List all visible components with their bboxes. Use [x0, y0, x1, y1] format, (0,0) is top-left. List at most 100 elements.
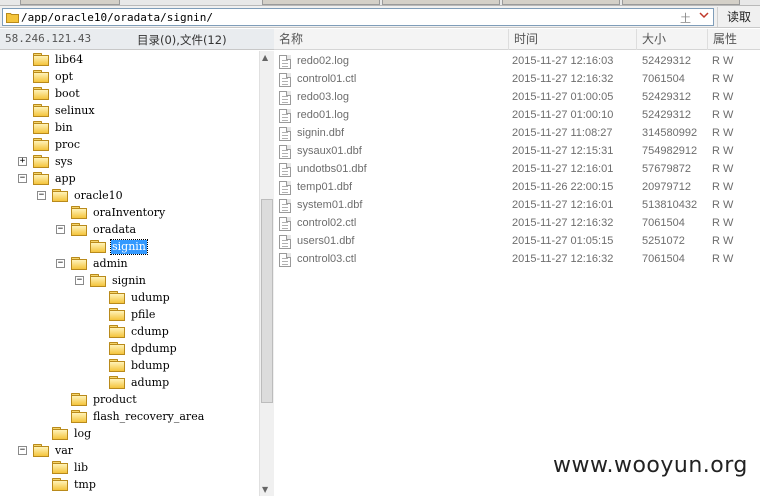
tree-item[interactable]: tmp	[52, 476, 97, 493]
tree-item[interactable]: proc	[33, 136, 81, 153]
tree-item[interactable]: sys	[33, 153, 74, 170]
scroll-down-icon[interactable]: ▼	[262, 485, 268, 494]
file-size: 52429312	[642, 55, 691, 67]
tab[interactable]	[502, 0, 620, 5]
file-name: control03.ctl	[297, 253, 357, 265]
folder-icon	[109, 342, 125, 355]
tree-item[interactable]: admin	[71, 255, 129, 272]
folder-icon	[33, 53, 49, 66]
collapse-icon[interactable]: −	[56, 225, 65, 234]
tab[interactable]	[622, 0, 740, 5]
file-icon	[279, 235, 291, 249]
tree-item[interactable]: pfile	[109, 306, 156, 323]
folder-icon	[109, 291, 125, 304]
tree-item[interactable]: product	[71, 391, 138, 408]
scroll-up-icon[interactable]: ▲	[262, 53, 268, 62]
collapse-icon[interactable]: −	[18, 446, 27, 455]
file-name: signin.dbf	[297, 127, 345, 139]
tab[interactable]	[382, 0, 500, 5]
file-row[interactable]: redo03.log 2015-11-27 01:00:05 52429312 R W	[274, 89, 760, 107]
tree-item[interactable]: app	[33, 170, 77, 187]
folder-icon	[109, 308, 125, 321]
tree-item[interactable]: signin	[90, 238, 148, 255]
tree-item-label: oracle10	[74, 188, 123, 202]
file-time: 2015-11-27 11:08:27	[512, 127, 613, 139]
file-name: control02.ctl	[297, 217, 357, 229]
folder-icon	[109, 359, 125, 372]
tree-scrollbar[interactable]: ▲ ▼	[259, 51, 274, 496]
address-path: /app/oracle10/oradata/signin/	[21, 11, 214, 24]
tree-item-label: lib	[74, 460, 89, 474]
tree-item-label: signin	[112, 273, 146, 287]
file-row[interactable]: sysaux01.dbf 2015-11-27 12:15:31 754982912…	[274, 143, 760, 161]
tree-item[interactable]: udump	[109, 289, 171, 306]
tree-item-label: opt	[55, 69, 74, 83]
address-field[interactable]: /app/oracle10/oradata/signin/ 土	[2, 8, 714, 26]
tree-item[interactable]: cdump	[109, 323, 170, 340]
file-row[interactable]: control03.ctl 2015-11-27 12:16:32 7061504 R…	[274, 251, 760, 269]
column-name[interactable]: 名称	[274, 29, 508, 50]
file-icon	[279, 199, 291, 213]
tree-item[interactable]: opt	[33, 68, 74, 85]
address-bar: /app/oracle10/oradata/signin/ 土 读取	[0, 6, 760, 28]
collapse-icon[interactable]: −	[37, 191, 46, 200]
file-row[interactable]: system01.dbf 2015-11-27 12:16:01 513810432…	[274, 197, 760, 215]
tree-item[interactable]: lib	[52, 459, 89, 476]
file-attr: R W	[712, 127, 734, 139]
file-row[interactable]: control02.ctl 2015-11-27 12:16:32 7061504 R…	[274, 215, 760, 233]
tab[interactable]	[20, 0, 120, 5]
folder-icon	[109, 376, 125, 389]
file-size: 52429312	[642, 91, 691, 103]
chevron-down-icon[interactable]	[699, 11, 709, 22]
file-attr: R W	[712, 181, 734, 193]
scroll-thumb[interactable]	[261, 199, 273, 403]
tree-item[interactable]: log	[52, 425, 92, 442]
collapse-icon[interactable]: −	[18, 174, 27, 183]
file-row[interactable]: users01.dbf 2015-11-27 01:05:15 5251072 R W	[274, 233, 760, 251]
column-size[interactable]: 大小	[636, 29, 707, 50]
tree-item[interactable]: var	[33, 442, 74, 459]
tree-item[interactable]: oradata	[71, 221, 137, 238]
tree-item[interactable]: selinux	[33, 102, 96, 119]
tree-item[interactable]: bin	[33, 119, 74, 136]
server-ip: 58.246.121.43	[5, 32, 92, 45]
file-size: 754982912	[642, 145, 698, 157]
file-name: users01.dbf	[297, 235, 355, 247]
file-time: 2015-11-27 12:16:01	[512, 163, 614, 175]
tree-item[interactable]: dpdump	[109, 340, 178, 357]
file-row[interactable]: temp01.dbf 2015-11-26 22:00:15 20979712 R W	[274, 179, 760, 197]
tab[interactable]	[262, 0, 380, 5]
tree-item[interactable]: oracle10	[52, 187, 124, 204]
tree-item[interactable]: boot	[33, 85, 81, 102]
tree-item-label: boot	[55, 86, 80, 100]
file-row[interactable]: control01.ctl 2015-11-27 12:16:32 7061504 R…	[274, 71, 760, 89]
tree-item-label: proc	[55, 137, 81, 151]
tree-item[interactable]: flash_recovery_area	[71, 408, 205, 425]
tree-item[interactable]: signin	[90, 272, 147, 289]
column-attr[interactable]: 属性	[707, 29, 760, 50]
expand-icon[interactable]: +	[18, 157, 27, 166]
collapse-icon[interactable]: −	[56, 259, 65, 268]
file-icon	[279, 217, 291, 231]
collapse-icon[interactable]: −	[75, 276, 84, 285]
file-row[interactable]: signin.dbf 2015-11-27 11:08:27 314580992 R …	[274, 125, 760, 143]
folder-icon	[109, 325, 125, 338]
file-row[interactable]: redo01.log 2015-11-27 01:00:10 52429312 R W	[274, 107, 760, 125]
tree-item-label: cdump	[131, 324, 169, 338]
file-row[interactable]: undotbs01.dbf 2015-11-27 12:16:01 57679872…	[274, 161, 760, 179]
tree-item-label: bin	[55, 120, 73, 134]
read-button[interactable]: 读取	[717, 7, 760, 27]
tree-item-label: oraInventory	[93, 205, 166, 219]
column-time[interactable]: 时间	[508, 29, 636, 50]
file-name: sysaux01.dbf	[297, 145, 362, 157]
tree-item[interactable]: lib64	[33, 51, 84, 68]
folder-icon	[33, 155, 49, 168]
file-row[interactable]: redo02.log 2015-11-27 12:16:03 52429312 R W	[274, 53, 760, 71]
folder-icon	[52, 461, 68, 474]
file-attr: R W	[712, 235, 734, 247]
tree-item[interactable]: adump	[109, 374, 170, 391]
folder-icon	[33, 70, 49, 83]
file-attr: R W	[712, 109, 734, 121]
tree-item[interactable]: oraInventory	[71, 204, 166, 221]
tree-item[interactable]: bdump	[109, 357, 171, 374]
